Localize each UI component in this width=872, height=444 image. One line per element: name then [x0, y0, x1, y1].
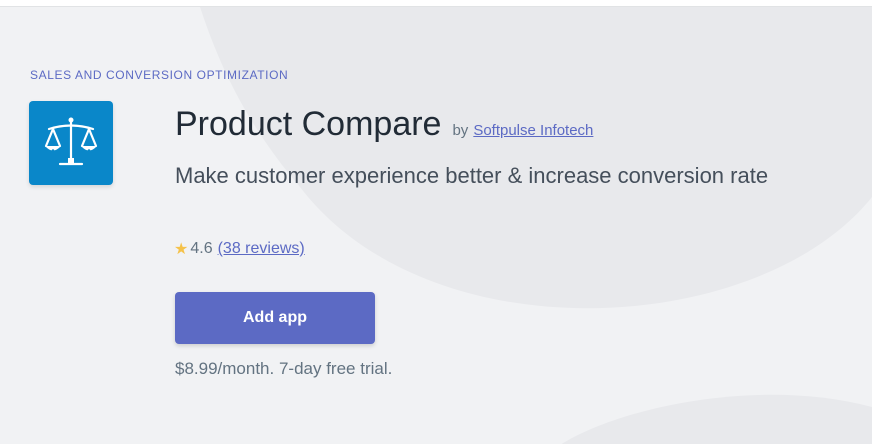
reviews-link[interactable]: (38 reviews): [218, 240, 305, 258]
rating: ★ 4.6 (38 reviews): [174, 239, 305, 259]
balance-scale-icon: [44, 117, 98, 166]
app-title: Product Compare: [175, 105, 442, 143]
by-label: by: [452, 122, 469, 139]
star-icon: ★: [174, 241, 189, 258]
app-icon: [29, 101, 113, 185]
developer-link[interactable]: Softpulse Infotech: [473, 122, 593, 139]
title-row: Product Compare by Softpulse Infotech: [175, 105, 593, 144]
app-tagline: Make customer experience better & increa…: [175, 163, 769, 188]
rating-value: 4.6: [190, 240, 213, 257]
add-app-button[interactable]: Add app: [175, 292, 375, 344]
app-hero: SALES AND CONVERSION OPTIMIZATION Produc…: [0, 6, 872, 444]
category-label[interactable]: SALES AND CONVERSION OPTIMIZATION: [30, 68, 288, 82]
pricing-text: $8.99/month. 7-day free trial.: [175, 359, 393, 378]
